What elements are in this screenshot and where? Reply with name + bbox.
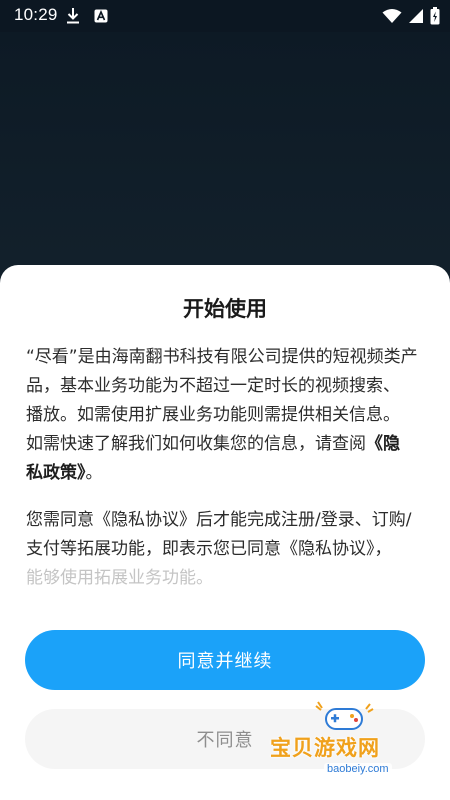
status-notification-icons [66, 6, 108, 26]
intro-line-3: 播放。如需使用扩展业务功能则需提供相关信息。 [26, 405, 400, 425]
intro-line-2: 品，基本业务功能为不超过一定时长的视频搜索、 [26, 376, 400, 396]
intro-line-4: 如需快速了解我们如何收集您的信息，请查阅 [26, 434, 366, 454]
privacy-notice-body: “尽看”是由海南翻书科技有限公司提供的短视频类产 品，基本业务功能为不超过一定时… [26, 343, 428, 593]
download-icon [67, 8, 79, 24]
keyboard-a-icon [94, 9, 108, 23]
privacy-paragraph-agreement: 您需同意《隐私协议》后才能完成注册/登录、订购/ 支付等拓展功能，即表示您已同意… [26, 506, 428, 593]
status-time: 10:29 [14, 5, 58, 24]
status-bar: 10:29 [0, 0, 450, 32]
wifi-icon [382, 9, 402, 23]
disagree-button[interactable]: 不同意 [25, 709, 425, 769]
privacy-policy-link-end[interactable]: 私政策》 [26, 463, 86, 483]
agree-continue-button[interactable]: 同意并继续 [25, 630, 425, 690]
dialog-title: 开始使用 [183, 297, 267, 321]
battery-icon [430, 7, 440, 25]
agreement-line-1: 您需同意《隐私协议》后才能完成注册/登录、订购/ [26, 510, 412, 530]
agreement-line-2: 支付等拓展功能，即表示您已同意《隐私协议》， [26, 539, 392, 559]
intro-line-5-end: 。 [85, 463, 103, 483]
status-system-icons [382, 6, 440, 26]
privacy-paragraph-intro: “尽看”是由海南翻书科技有限公司提供的短视频类产 品，基本业务功能为不超过一定时… [26, 343, 428, 488]
intro-line-1: “尽看”是由海南翻书科技有限公司提供的短视频类产 [26, 347, 418, 367]
privacy-dialog: 开始使用 “尽看”是由海南翻书科技有限公司提供的短视频类产 品，基本业务功能为不… [0, 265, 450, 800]
agreement-line-3: 能够使用拓展业务功能。 [26, 568, 213, 588]
privacy-policy-link-start[interactable]: 《隐 [366, 434, 400, 454]
signal-icon [409, 9, 423, 23]
